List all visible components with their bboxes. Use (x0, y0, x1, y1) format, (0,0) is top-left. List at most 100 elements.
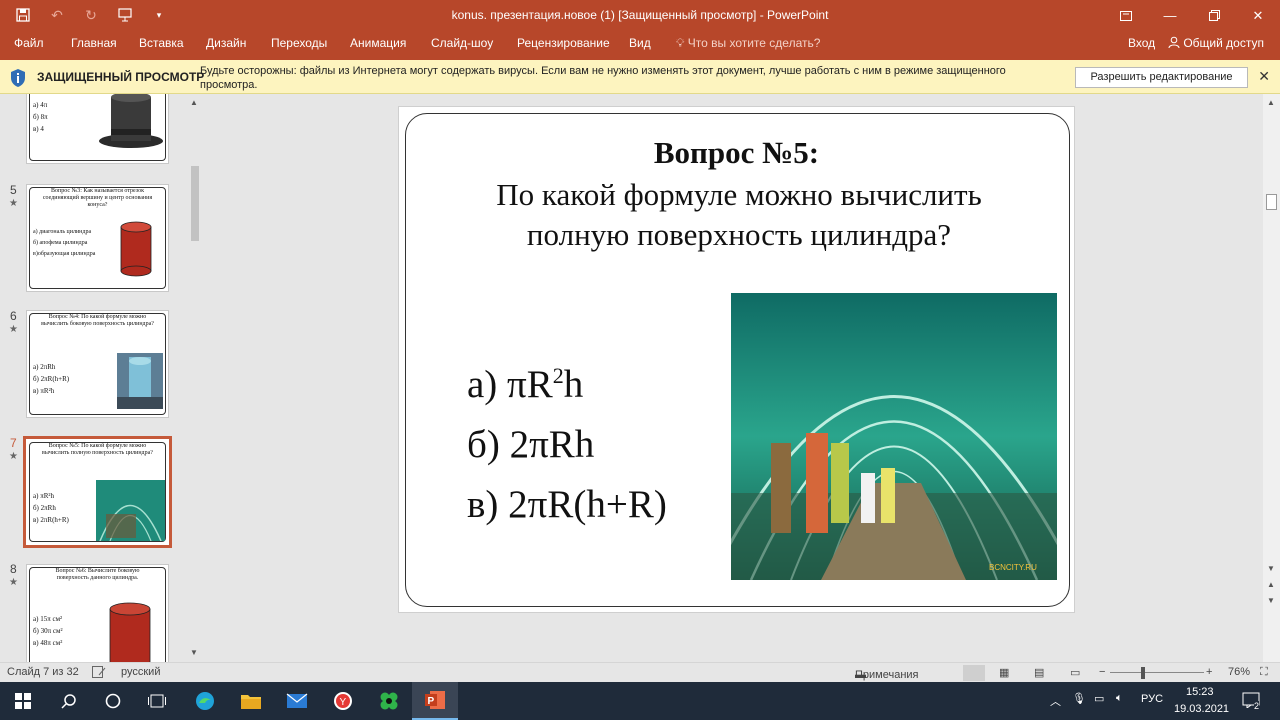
protected-view-title: ЗАЩИЩЕННЫЙ ПРОСМОТР (37, 70, 205, 84)
animation-star-icon: ★ (9, 324, 18, 335)
slide-thumbnail[interactable]: Вопрос №3: Как называется отрезок соедин… (26, 184, 169, 292)
thumb-answer: в)образующая цилиндра (33, 251, 96, 257)
input-language[interactable]: РУС (1141, 693, 1163, 705)
normal-view-icon[interactable] (963, 665, 985, 681)
scroll-up-icon[interactable]: ▲ (1267, 98, 1275, 107)
thumb-answer: а) 4π (33, 101, 48, 109)
network-icon[interactable]: ▭ (1094, 692, 1104, 705)
slide-thumbnails-pane: а) 4π б) 8π в) 4 5 ★ Вопрос №3: Как назы… (0, 94, 190, 662)
slide-thumbnail[interactable]: Вопрос №4: По какой формуле можно вычисл… (26, 310, 169, 418)
tell-me-label: Что вы хотите сделать? (687, 36, 821, 50)
ribbon-tabs: Файл Главная Вставка Дизайн Переходы Ани… (0, 31, 1280, 60)
thumb-question: Вопрос №5: По какой формуле можно вычисл… (42, 443, 153, 456)
next-slide-icon[interactable]: ▼ (1267, 596, 1275, 605)
thumbnails-scrollbar[interactable]: ▲ ▼ (187, 94, 203, 662)
answer-a: а) πR2h (467, 363, 584, 406)
slideshow-icon[interactable]: ▭ (1070, 666, 1080, 679)
scroll-thumb[interactable] (1266, 194, 1277, 210)
sign-in-link[interactable]: Вход (1128, 36, 1155, 50)
enable-editing-button[interactable]: Разрешить редактирование (1075, 67, 1248, 88)
tab-animations[interactable]: Анимация (350, 36, 406, 50)
volume-icon[interactable]: 🔈︎ (1116, 692, 1123, 705)
scroll-down-icon[interactable]: ▼ (1267, 564, 1275, 573)
tab-file[interactable]: Файл (14, 36, 44, 50)
tab-slideshow[interactable]: Слайд-шоу (431, 36, 493, 50)
answer-b: б) 2πRh (467, 423, 595, 466)
cortana-icon[interactable] (90, 682, 136, 720)
tab-transitions[interactable]: Переходы (271, 36, 327, 50)
slide-thumbnail[interactable]: а) 4π б) 8π в) 4 (26, 94, 169, 164)
file-explorer-icon[interactable] (228, 682, 274, 720)
svg-text:Y: Y (340, 697, 347, 708)
scroll-down-icon[interactable]: ▼ (190, 648, 198, 657)
thumb-answer: б) апофема цилиндра (33, 240, 88, 246)
tab-insert[interactable]: Вставка (139, 36, 184, 50)
zoom-slider[interactable] (1110, 672, 1204, 673)
share-button[interactable]: Общий доступ (1168, 36, 1264, 50)
show-hidden-icons-icon[interactable]: ︿ (1050, 693, 1061, 709)
task-view-icon[interactable] (134, 682, 180, 720)
thumb-answer: б) 2πRh (33, 504, 56, 512)
ribbon-display-options-icon[interactable] (1104, 0, 1148, 31)
scroll-thumb[interactable] (191, 166, 199, 241)
search-icon[interactable] (46, 682, 92, 720)
person-icon (1168, 36, 1183, 50)
zoom-slider-handle[interactable] (1141, 667, 1145, 679)
answer-c: в) 2πR(h+R) (467, 483, 667, 526)
protected-view-message: Будьте осторожны: файлы из Интернета мог… (200, 65, 1006, 91)
slide-number: 6 (10, 309, 17, 323)
zoom-in-icon[interactable]: + (1206, 666, 1212, 678)
thumb-answer: в) 2πR(h+R) (33, 516, 69, 524)
zoom-level[interactable]: 76% (1228, 666, 1250, 678)
animation-star-icon: ★ (9, 451, 18, 462)
thumb-answer: б) 8π (33, 113, 48, 121)
thumb-answer: а) 15π см² (33, 615, 63, 623)
microphone-icon[interactable]: 🎙︎ (1072, 692, 1086, 705)
powerpoint-icon[interactable]: P (412, 682, 458, 720)
tab-home[interactable]: Главная (71, 36, 117, 50)
share-label: Общий доступ (1183, 36, 1264, 50)
clock-time[interactable]: 15:23 (1186, 686, 1214, 698)
close-icon[interactable]: ✕ (1236, 0, 1280, 31)
thumb-question: Вопрос №6: Вычислите боковую поверхность… (55, 568, 140, 581)
lightbulb-icon: 💡︎ (676, 36, 685, 50)
current-slide[interactable]: Вопрос №5: По какой формуле можно вычисл… (398, 106, 1075, 613)
animation-star-icon: ★ (9, 198, 18, 209)
tab-review[interactable]: Рецензирование (517, 36, 610, 50)
fit-to-window-icon[interactable]: ⛶ (1260, 666, 1268, 679)
thumb-answer: в) 4 (33, 125, 44, 133)
notes-label: Примечания (855, 669, 919, 681)
reading-view-icon[interactable]: ▤ (1034, 666, 1044, 679)
slide-title: Вопрос №5: (653, 135, 820, 170)
thumb-answer: а) диагональ цилиндра (33, 229, 92, 235)
svg-text:P: P (428, 696, 435, 707)
language-indicator[interactable]: русский (121, 666, 160, 678)
clock-date[interactable]: 19.03.2021 (1174, 703, 1229, 715)
zoom-out-icon[interactable]: − (1099, 666, 1105, 678)
restore-icon[interactable] (1192, 0, 1236, 31)
thumb-question: Вопрос №3: Как называется отрезок соедин… (42, 188, 153, 208)
slide-counter: Слайд 7 из 32 (7, 666, 79, 678)
slide-sorter-icon[interactable]: ▦ (999, 666, 1009, 679)
previous-slide-icon[interactable]: ▲ (1267, 580, 1275, 589)
tab-design[interactable]: Дизайн (206, 36, 246, 50)
thumb-answer: а) πR²h (33, 492, 54, 500)
slide-thumbnail-active[interactable]: Вопрос №5: По какой формуле можно вычисл… (23, 436, 172, 548)
spellcheck-icon[interactable] (92, 666, 106, 681)
minimize-icon[interactable]: — (1148, 0, 1192, 31)
tell-me-search[interactable]: 💡︎ Что вы хотите сделать? (676, 36, 820, 51)
animation-star-icon: ★ (9, 577, 18, 588)
yandex-browser-icon[interactable]: Y (320, 682, 366, 720)
editor-scrollbar[interactable]: ▲ ▼ ▲ ▼ (1263, 94, 1280, 662)
thumb-answer: в) 48π см² (33, 639, 63, 647)
window-controls: — ✕ (1104, 0, 1280, 31)
mail-icon[interactable] (274, 682, 320, 720)
windows-start-icon[interactable] (0, 682, 46, 720)
app-clover-icon[interactable] (366, 682, 412, 720)
thumb-answer: б) 30π см² (33, 627, 63, 635)
scroll-up-icon[interactable]: ▲ (190, 98, 198, 107)
edge-browser-icon[interactable] (182, 682, 228, 720)
tab-view[interactable]: Вид (629, 36, 651, 50)
slide-thumbnail[interactable]: Вопрос №6: Вычислите боковую поверхность… (26, 564, 169, 662)
close-protected-bar-icon[interactable]: ✕ (1258, 68, 1270, 85)
